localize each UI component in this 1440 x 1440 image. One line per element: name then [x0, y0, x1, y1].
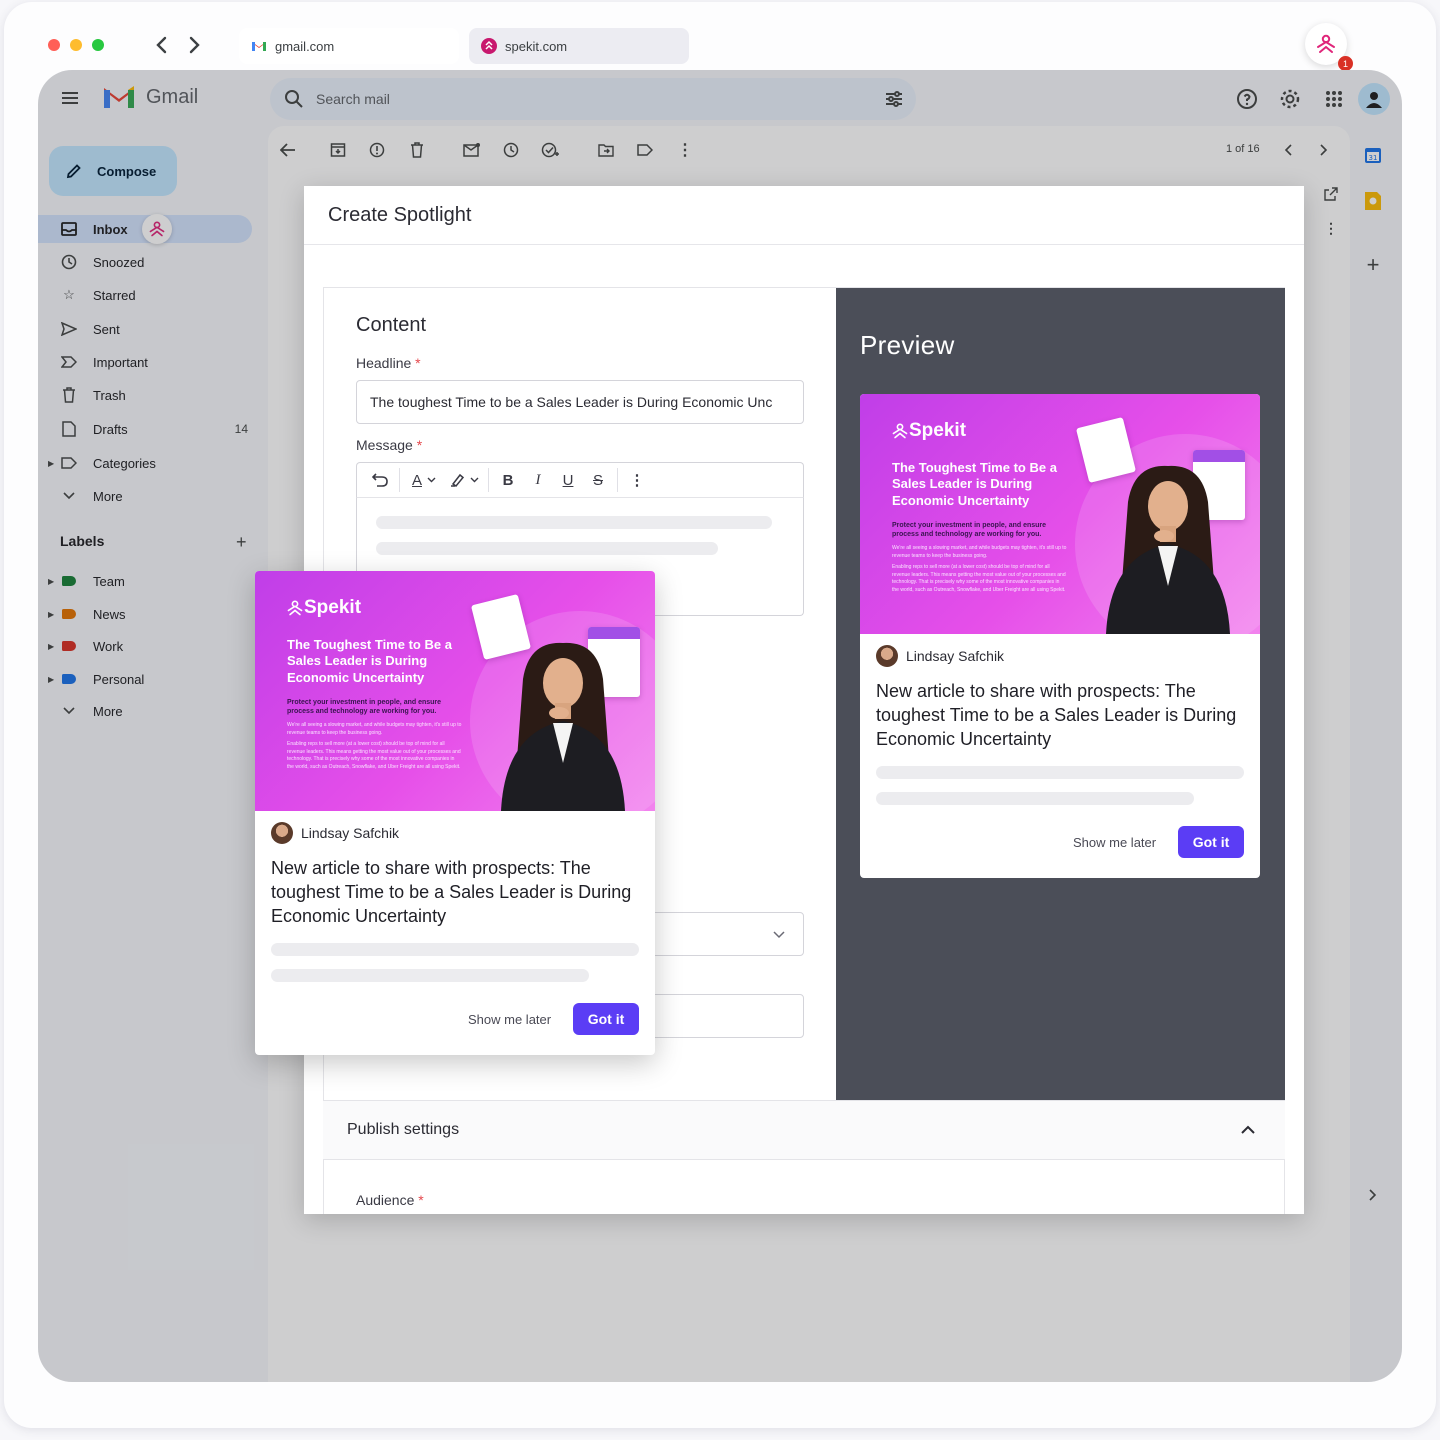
tab-gmail[interactable]: gmail.com	[239, 28, 459, 64]
strikethrough-icon[interactable]: S	[583, 467, 613, 493]
spotlight-title: New article to share with prospects: The…	[271, 858, 632, 926]
got-it-button[interactable]: Got it	[573, 1003, 639, 1035]
author-avatar	[876, 645, 898, 667]
hero-image: Spekit The Toughest Time to Be a Sales L…	[860, 394, 1260, 634]
close-window-dot[interactable]	[48, 39, 60, 51]
show-later-button[interactable]: Show me later	[1073, 835, 1156, 850]
divider	[304, 244, 1304, 245]
italic-icon[interactable]: I	[523, 467, 553, 493]
preview-panel: Preview Spekit The Toughest Time to Be a…	[836, 288, 1285, 1100]
required-mark: *	[416, 437, 423, 453]
content-heading: Content	[356, 314, 427, 336]
hero-subtitle: Protect your investment in people, and e…	[287, 699, 442, 716]
hero-body-1: We're all seeing a slowing market, and w…	[892, 545, 1067, 559]
underline-icon[interactable]: U	[553, 467, 583, 493]
required-mark: *	[415, 355, 421, 371]
headline-label: Headline *	[356, 355, 421, 371]
message-label: Message *	[356, 437, 423, 453]
author: Lindsay Safchik	[876, 645, 1004, 667]
spekit-brand: Spekit	[286, 597, 361, 619]
author-name: Lindsay Safchik	[906, 648, 1005, 664]
preview-heading: Preview	[860, 330, 955, 360]
tab-spekit[interactable]: spekit.com	[469, 28, 689, 64]
audience-label: Audience *	[356, 1192, 424, 1208]
hero-body-1: We're all seeing a slowing market, and w…	[287, 722, 462, 736]
spekit-icon	[481, 38, 497, 54]
chevron-up-icon[interactable]	[1241, 1125, 1255, 1134]
hero-image: Spekit The Toughest Time to Be a Sales L…	[255, 571, 655, 811]
show-later-button[interactable]: Show me later	[468, 1012, 551, 1027]
text-placeholder	[876, 792, 1194, 805]
more-formatting-icon[interactable]: ⋮	[622, 467, 652, 493]
notification-badge: 1	[1338, 56, 1353, 71]
woman-portrait	[1106, 465, 1230, 634]
publish-settings-title: Publish settings	[347, 1121, 460, 1138]
spekit-logo-icon	[1317, 34, 1335, 53]
author-avatar	[271, 822, 293, 844]
text-placeholder	[376, 516, 772, 529]
author: Lindsay Safchik	[271, 822, 399, 844]
forward-arrow-icon[interactable]	[186, 34, 202, 61]
author-name: Lindsay Safchik	[301, 825, 400, 841]
maximize-window-dot[interactable]	[92, 39, 104, 51]
hero-title: The Toughest Time to Be a Sales Leader i…	[287, 637, 452, 685]
spekit-logo-icon	[892, 423, 908, 439]
undo-icon[interactable]	[365, 467, 395, 493]
highlight-icon[interactable]	[444, 467, 484, 493]
required-mark: *	[418, 1192, 424, 1208]
hero-title: The Toughest Time to Be a Sales Leader i…	[892, 460, 1057, 508]
text-placeholder	[271, 943, 639, 956]
got-it-button[interactable]: Got it	[1178, 826, 1244, 858]
preview-spotlight-card: Spekit The Toughest Time to Be a Sales L…	[860, 394, 1260, 878]
spotlight-title: New article to share with prospects: The…	[876, 681, 1237, 749]
minimize-window-dot[interactable]	[70, 39, 82, 51]
hero-body-2: Enabling reps to sell more (at a lower c…	[287, 741, 461, 770]
floating-spotlight-card: Spekit The Toughest Time to Be a Sales L…	[255, 571, 655, 1055]
text-placeholder	[376, 542, 718, 555]
woman-portrait	[501, 642, 625, 811]
spekit-brand: Spekit	[891, 420, 966, 442]
text-color-icon[interactable]: A	[404, 467, 444, 493]
tab-label: gmail.com	[275, 38, 335, 54]
spekit-extension-button[interactable]: 1	[1305, 23, 1353, 71]
headline-input[interactable]: The toughest Time to be a Sales Leader i…	[356, 380, 804, 424]
text-placeholder	[876, 766, 1244, 779]
tab-label: spekit.com	[505, 38, 568, 54]
text-placeholder	[271, 969, 589, 982]
publish-settings-header[interactable]: Publish settings	[323, 1100, 1285, 1160]
back-arrow-icon[interactable]	[154, 34, 170, 61]
hero-body-2: Enabling reps to sell more (at a lower c…	[892, 564, 1066, 593]
rich-text-toolbar: A B I U S ⋮	[356, 462, 804, 498]
spekit-logo-icon	[287, 600, 303, 616]
hero-subtitle: Protect your investment in people, and e…	[892, 522, 1047, 539]
chevron-down-icon	[773, 931, 785, 939]
gmail-icon	[251, 38, 267, 54]
bold-icon[interactable]: B	[493, 467, 523, 493]
modal-title: Create Spotlight	[328, 204, 472, 226]
